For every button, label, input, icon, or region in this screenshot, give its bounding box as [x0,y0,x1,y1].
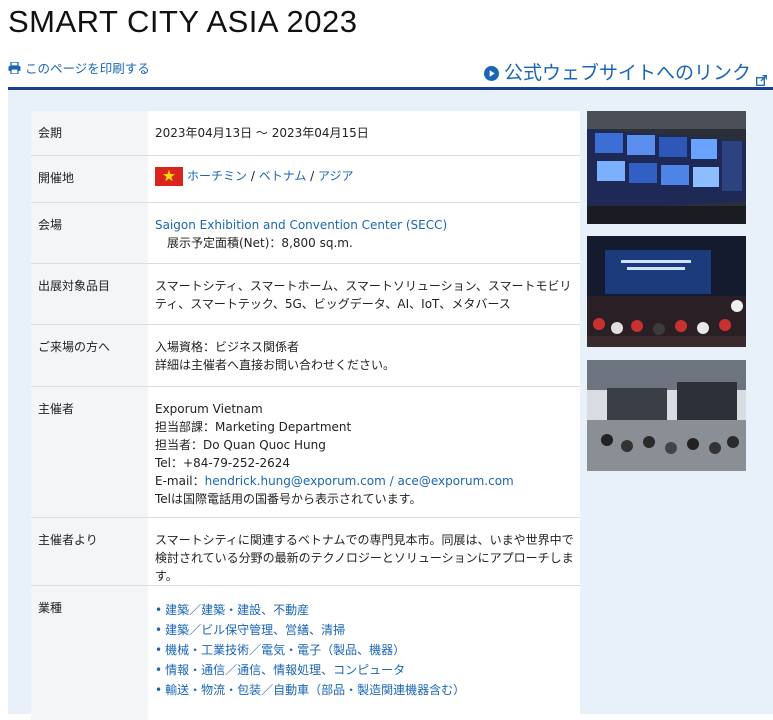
page-title: SMART CITY ASIA 2023 [8,4,358,39]
print-page-link[interactable]: このページを印刷する [8,58,150,77]
venue-area: 展示予定面積(Net)：8,800 sq.m. [167,235,353,250]
period-value: 2023年04月13日 〜 2023年04月15日 [148,111,580,156]
row-visitors: ご来場の方へ 入場資格：ビジネス関係者 詳細は主催者へ直接お問い合わせください。 [31,324,580,387]
row-organizer: 主催者 Exporum Vietnam 担当部課：Marketing Depar… [31,386,580,518]
industry-item[interactable]: • 輸送・物流・包装／自動車（部品・製造関連機器含む） [155,680,574,700]
row-label: 主催者より [31,517,148,586]
industry-item[interactable]: • 機械・工業技術／電気・電子（製品、機器） [155,640,574,660]
row-period: 会期 2023年04月13日 〜 2023年04月15日 [31,111,580,156]
location-country-link[interactable]: ベトナム [259,169,307,183]
play-circle-icon [483,64,499,81]
industry-item[interactable]: • 建築／建築・建設、不動産 [155,600,574,620]
row-location: 開催地 ホーチミン / ベトナム / アジア [31,155,580,203]
row-label: 会場 [31,202,148,264]
row-message: 主催者より スマートシティに関連するベトナムでの専門見本市。同展は、いまや世界中… [31,517,580,586]
row-label: 主催者 [31,386,148,518]
message-value: スマートシティに関連するベトナムでの専門見本市。同展は、いまや世界中で検討されて… [148,517,580,586]
location-separator: / [306,168,318,183]
organizer-name: Exporum Vietnam [155,401,263,416]
row-label: 開催地 [31,155,148,203]
items-value: スマートシティ、スマートホーム、スマートソリューション、スマートモビリティ、スマ… [148,263,580,325]
visitors-note: 詳細は主催者へ直接お問い合わせください。 [155,357,396,372]
row-label: 出展対象品目 [31,263,148,325]
industry-item[interactable]: • 建築／ビル保守管理、営繕、清掃 [155,620,574,640]
external-link-icon [756,69,767,86]
row-label: 会期 [31,111,148,156]
row-label: 業種 [31,585,148,720]
official-website-link[interactable]: 公式ウェブサイトへのリンク [483,58,767,86]
organizer-person: 担当者：Do Quan Quoc Hung [155,437,326,452]
industry-list: • 建築／建築・建設、不動産 • 建築／ビル保守管理、営繕、清掃 • 機械・工業技術／… [155,600,574,700]
vietnam-flag-icon [155,166,183,186]
visitors-qualification: 入場資格：ビジネス関係者 [155,339,300,354]
location-city-link[interactable]: ホーチミン [187,169,247,183]
row-venue: 会場 Saigon Exhibition and Convention Cent… [31,202,580,264]
organizer-tel-note: Telは国際電話用の国番号から表示されています。 [155,491,422,506]
organizer-tel: Tel：+84-79-252-2624 [155,455,291,470]
row-label: ご来場の方へ [31,324,148,387]
row-items: 出展対象品目 スマートシティ、スマートホーム、スマートソリューション、スマートモ… [31,263,580,325]
event-photo-display-wall [587,111,746,224]
event-photo-exhibition-floor [587,360,746,471]
event-info-table: 会期 2023年04月13日 〜 2023年04月15日 開催地 ホーチミン /… [31,111,580,720]
email-link-1[interactable]: hendrick.hung@exporum.com [205,474,386,488]
location-separator: / [247,168,259,183]
industry-item[interactable]: • 情報・通信／通信、情報処理、コンピュータ [155,660,574,680]
email-separator: / [385,473,398,488]
printer-icon [8,60,21,75]
organizer-email-label: E-mail： [155,473,205,488]
official-website-label: 公式ウェブサイトへのリンク [503,62,751,84]
event-photo-conference [587,236,746,347]
row-industry: 業種 • 建築／建築・建設、不動産 • 建築／ビル保守管理、営繕、清掃 • 機械・工業… [31,585,580,720]
organizer-dept: 担当部課：Marketing Department [155,419,352,434]
location-region-link[interactable]: アジア [318,169,354,183]
print-page-label: このページを印刷する [25,61,150,76]
venue-link[interactable]: Saigon Exhibition and Convention Center … [155,218,447,232]
email-link-2[interactable]: ace@exporum.com [397,474,513,488]
